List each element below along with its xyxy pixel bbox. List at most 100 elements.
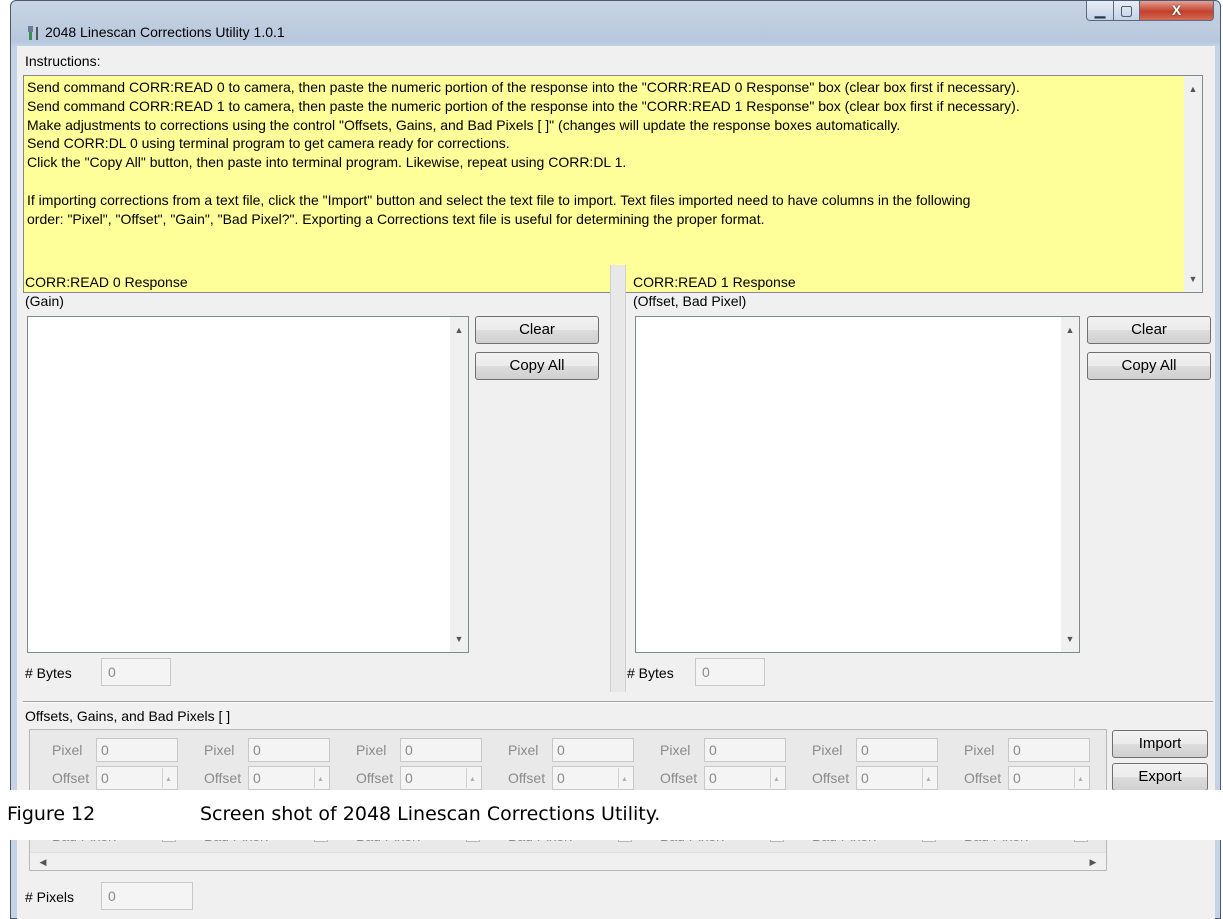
- response1-scrollbar[interactable]: ▲ ▼: [1061, 317, 1079, 652]
- response1-bytes-label: # Bytes: [627, 665, 674, 681]
- offset-field[interactable]: 0: [704, 766, 786, 791]
- offset-value: 0: [557, 770, 565, 786]
- instruction-line: If importing corrections from a text fil…: [27, 191, 971, 208]
- spin-up-icon[interactable]: [922, 768, 936, 791]
- response1-subtitle: (Offset, Bad Pixel): [633, 293, 747, 309]
- corrections-label: Offsets, Gains, and Bad Pixels [ ]: [25, 708, 231, 724]
- pixel-label: Pixel: [204, 742, 235, 758]
- scroll-right-icon[interactable]: ▶: [1084, 853, 1102, 871]
- offset-label: Offset: [204, 770, 242, 786]
- response0-textarea[interactable]: ▲ ▼: [27, 316, 469, 653]
- pixel-field[interactable]: 0: [400, 738, 482, 762]
- offset-value: 0: [405, 770, 413, 786]
- offset-value: 0: [1013, 770, 1021, 786]
- instruction-line: Click the "Copy All" button, then paste …: [27, 154, 627, 171]
- response0-copy-all-button[interactable]: Copy All: [475, 352, 599, 380]
- offset-label: Offset: [660, 770, 698, 786]
- figure-caption: Figure 12 Screen shot of 2048 Linescan Co…: [7, 803, 660, 825]
- offset-field[interactable]: 0: [248, 766, 330, 791]
- instruction-line: Send CORR:DL 0 using terminal program to…: [27, 135, 510, 152]
- response0-title: CORR:READ 0 Response: [25, 274, 188, 290]
- offset-value: 0: [861, 770, 869, 786]
- instructions-text: Send command CORR:READ 0 to camera, then…: [27, 78, 1177, 228]
- spin-up-icon[interactable]: [162, 768, 176, 791]
- response0-subtitle: (Gain): [25, 293, 64, 309]
- pixel-label: Pixel: [660, 742, 691, 758]
- splitter-handle[interactable]: [610, 265, 626, 692]
- response0-scrollbar[interactable]: ▲ ▼: [450, 317, 468, 652]
- export-button[interactable]: Export: [1112, 763, 1208, 791]
- app-window: 2048 Linescan Corrections Utility 1.0.1 …: [10, 0, 1221, 919]
- pixel-field[interactable]: 0: [96, 738, 178, 762]
- response1-title: CORR:READ 1 Response: [633, 274, 796, 290]
- response1-textarea[interactable]: ▲ ▼: [635, 316, 1080, 653]
- offset-field[interactable]: 0: [856, 766, 938, 791]
- instruction-line: order: "Pixel", "Offset", "Gain", "Bad P…: [27, 210, 765, 227]
- instructions-box[interactable]: Send command CORR:READ 0 to camera, then…: [23, 75, 1203, 293]
- scroll-up-icon[interactable]: ▲: [450, 321, 468, 339]
- offset-value: 0: [253, 770, 261, 786]
- response1-clear-button[interactable]: Clear: [1087, 316, 1211, 344]
- pixel-field[interactable]: 0: [1008, 738, 1090, 762]
- pixels-count-field: 0: [101, 882, 193, 910]
- spin-up-icon[interactable]: [618, 768, 632, 791]
- title-bar[interactable]: 2048 Linescan Corrections Utility 1.0.1 …: [11, 1, 1220, 47]
- spin-up-icon[interactable]: [770, 768, 784, 791]
- offset-field[interactable]: 0: [400, 766, 482, 791]
- spin-up-icon[interactable]: [314, 768, 328, 791]
- pixel-field[interactable]: 0: [248, 738, 330, 762]
- response0-clear-button[interactable]: Clear: [475, 316, 599, 344]
- instructions-label: Instructions:: [25, 53, 101, 69]
- scroll-up-icon[interactable]: ▲: [1061, 321, 1079, 339]
- spin-up-icon[interactable]: [466, 768, 480, 791]
- offset-field[interactable]: 0: [1008, 766, 1090, 791]
- scroll-up-icon[interactable]: ▲: [1184, 80, 1202, 98]
- pixel-label: Pixel: [52, 742, 83, 758]
- offset-label: Offset: [508, 770, 546, 786]
- figure-caption-text: Screen shot of 2048 Linescan Corrections…: [200, 803, 661, 825]
- offset-label: Offset: [812, 770, 850, 786]
- response0-bytes-field: 0: [101, 658, 171, 686]
- scroll-down-icon[interactable]: ▼: [1184, 270, 1202, 288]
- instruction-line: Send command CORR:READ 0 to camera, then…: [27, 79, 1020, 95]
- scroll-down-icon[interactable]: ▼: [1061, 630, 1079, 648]
- close-icon: X: [1171, 2, 1182, 18]
- minimize-icon: ▁: [1094, 2, 1106, 18]
- offset-label: Offset: [356, 770, 394, 786]
- figure-number: Figure 12: [7, 803, 96, 825]
- pixel-field[interactable]: 0: [856, 738, 938, 762]
- offset-label: Offset: [52, 770, 90, 786]
- instructions-scrollbar[interactable]: ▲ ▼: [1184, 76, 1202, 292]
- offset-label: Offset: [964, 770, 1002, 786]
- app-icon: [28, 26, 38, 40]
- close-button[interactable]: X: [1139, 1, 1214, 21]
- pixel-field[interactable]: 0: [704, 738, 786, 762]
- minimize-button[interactable]: ▁: [1086, 1, 1114, 21]
- maximize-icon: ▢: [1119, 2, 1134, 18]
- pixel-label: Pixel: [356, 742, 387, 758]
- client-area: Instructions: Send command CORR:READ 0 t…: [17, 46, 1215, 919]
- maximize-button[interactable]: ▢: [1113, 1, 1140, 21]
- spin-up-icon[interactable]: [1074, 768, 1088, 791]
- scroll-down-icon[interactable]: ▼: [450, 630, 468, 648]
- instruction-line: [27, 172, 1177, 191]
- pixel-label: Pixel: [964, 742, 995, 758]
- pixel-field[interactable]: 0: [552, 738, 634, 762]
- window-title: 2048 Linescan Corrections Utility 1.0.1: [45, 24, 285, 40]
- import-button[interactable]: Import: [1112, 730, 1208, 758]
- offset-value: 0: [101, 770, 109, 786]
- scroll-left-icon[interactable]: ◀: [34, 853, 52, 871]
- response0-bytes-label: # Bytes: [25, 665, 72, 681]
- pixel-label: Pixel: [508, 742, 539, 758]
- instruction-line: Send command CORR:READ 1 to camera, then…: [27, 97, 1020, 114]
- offset-field[interactable]: 0: [552, 766, 634, 791]
- corrections-hscrollbar[interactable]: ◀ ▶: [30, 852, 1106, 870]
- response1-copy-all-button[interactable]: Copy All: [1087, 352, 1211, 380]
- offset-value: 0: [709, 770, 717, 786]
- pixel-label: Pixel: [812, 742, 843, 758]
- instruction-line: Make adjustments to corrections using th…: [27, 116, 901, 133]
- group-divider: [23, 701, 1213, 703]
- offset-field[interactable]: 0: [96, 766, 178, 791]
- response1-bytes-field: 0: [695, 658, 765, 686]
- pixels-count-label: # Pixels: [25, 889, 75, 905]
